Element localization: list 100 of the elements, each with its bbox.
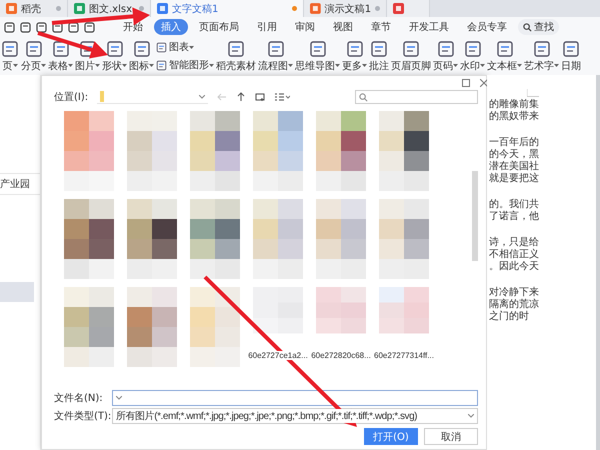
toolbar-icon[interactable] [36,22,47,32]
tool-icon [1,40,19,58]
open-button[interactable]: 打开(O) [364,428,418,445]
list-item-highlight [0,282,34,302]
list-item[interactable]: 产业园 [0,173,40,195]
ribbon-button[interactable]: 艺术字 [524,40,559,72]
toolbar-icon[interactable] [68,22,79,32]
document-text: 的黑奴带来 [489,111,540,123]
view-icon[interactable] [274,92,290,102]
filetype-label: 文件类型(T): [54,410,112,423]
ribbon-button[interactable]: 页眉页脚 [391,40,431,72]
tool-icon [132,40,150,58]
ribbon-button[interactable]: 流程图 [258,40,293,72]
tool-icon [436,40,454,58]
ribbon-button[interactable]: 稻壳素材 [216,40,256,72]
caret-icon [199,94,206,98]
menu-tab[interactable]: 插入 [154,19,188,35]
search-icon [359,92,368,102]
dot-icon [56,6,61,11]
document-tab[interactable] [387,0,430,17]
search-field[interactable] [355,90,478,104]
document-text: 隔离的荒凉 [489,299,540,310]
document-tab[interactable]: 稻壳 [0,0,68,17]
menu-tab[interactable]: 开发工具 [402,19,456,35]
document-text: 不相信正义 [489,249,540,260]
app-icon [310,3,321,14]
caret-icon [116,396,122,400]
menu-tab[interactable]: 引用 [250,19,284,35]
scrollbar[interactable] [596,75,600,450]
tool-icon [266,40,284,58]
up-icon[interactable] [236,92,246,102]
document-text: 。因此今天 [489,261,540,273]
dot-icon [292,6,297,11]
document-tab[interactable]: 演示文稿1 [304,0,387,17]
document-text: 之门的时 [489,311,530,323]
file-item[interactable]: 60e272820c68... [310,287,372,375]
tool-icon [346,40,364,58]
ribbon-button[interactable]: 图标 [129,40,154,72]
filetype-dropdown[interactable]: 所有图片(*.emf;*.wmf;*.jpg;*.jpeg;*.jpe;*.png;*.bmp;*.gif;*.tif;*.tiff;*.wdp;*.svg) [112,408,478,424]
ribbon-button[interactable]: 水印 [460,40,485,72]
tool-icon [562,40,580,58]
document-tab[interactable]: 图文.xlsx [68,0,151,17]
toolbar-icon[interactable] [4,22,15,32]
app-icon [393,3,404,14]
tool-icon [24,40,42,58]
tool-icon [227,40,245,58]
document-text: 一百年后的 [489,137,540,149]
app-icon [6,3,17,14]
ribbon-button[interactable]: 形状 [102,40,127,72]
tool-icon [464,40,482,58]
document-text: 的。我们共 [489,199,540,210]
margin-mark-icon [527,89,539,97]
document-tab[interactable]: 文字文稿1 [151,0,304,17]
tab-label: 文字文稿1 [172,2,220,16]
tool-icon [370,40,388,58]
menu-tab[interactable]: 章节 [364,19,398,35]
ribbon-button[interactable]: 日期 [561,40,581,72]
file-item[interactable]: 60e27277314ff... [373,287,435,375]
document-text: 诗，只是给 [489,237,540,248]
ribbon-button[interactable]: 页码 [433,40,458,72]
ribbon-button[interactable]: 批注 [369,40,389,72]
toolbar-icon[interactable] [84,22,95,32]
tool-icon [308,40,326,58]
tool-icon [106,40,124,58]
tool-icon [156,42,167,52]
maximize-icon[interactable] [462,79,470,87]
app-icon [74,3,85,14]
ribbon-button[interactable]: 思维导图 [295,40,340,72]
file-item[interactable]: 60e2727ce1a2... [247,287,309,375]
ribbon-button[interactable]: 页 [1,40,19,72]
tool-icon [156,60,167,70]
folder-icon [100,91,104,102]
ribbon-button[interactable]: 更多 [342,40,367,72]
ribbon-button[interactable]: 分页 [21,40,46,72]
menu-tab[interactable]: 视图 [326,19,360,35]
search-icon [523,22,532,32]
file-name: 60e272820c68... [311,351,371,360]
caret-icon [468,414,474,418]
document-text: 的今天，黑 [489,149,540,160]
tab-label: 图文.xlsx [89,2,134,16]
tab-label: 演示文稿1 [324,2,372,16]
new-folder-icon[interactable] [255,92,266,102]
document-text: 就是要把这 [489,173,540,185]
document-text: 潜在美国社 [489,161,540,172]
ribbon-button[interactable]: 图表 [156,40,214,54]
scrollbar[interactable] [472,171,478,261]
search-button[interactable]: 查找 [518,19,559,35]
close-icon[interactable] [480,79,488,87]
location-label: 位置(I): [54,90,88,104]
ribbon-button[interactable]: 文本框 [487,40,522,72]
menu-tab[interactable]: 会员专享 [460,19,514,35]
toolbar-icon[interactable] [20,22,31,32]
document-text: 的雕像前集 [489,99,540,110]
menu-tab[interactable]: 审阅 [288,19,322,35]
menu-tab[interactable]: 页面布局 [192,19,246,35]
cancel-button[interactable]: 取消 [424,428,478,445]
tool-icon [532,40,550,58]
file-name: 60e27277314ff... [374,351,434,360]
filename-field[interactable] [112,390,478,406]
ribbon-button[interactable]: 智能图形 [156,58,214,72]
